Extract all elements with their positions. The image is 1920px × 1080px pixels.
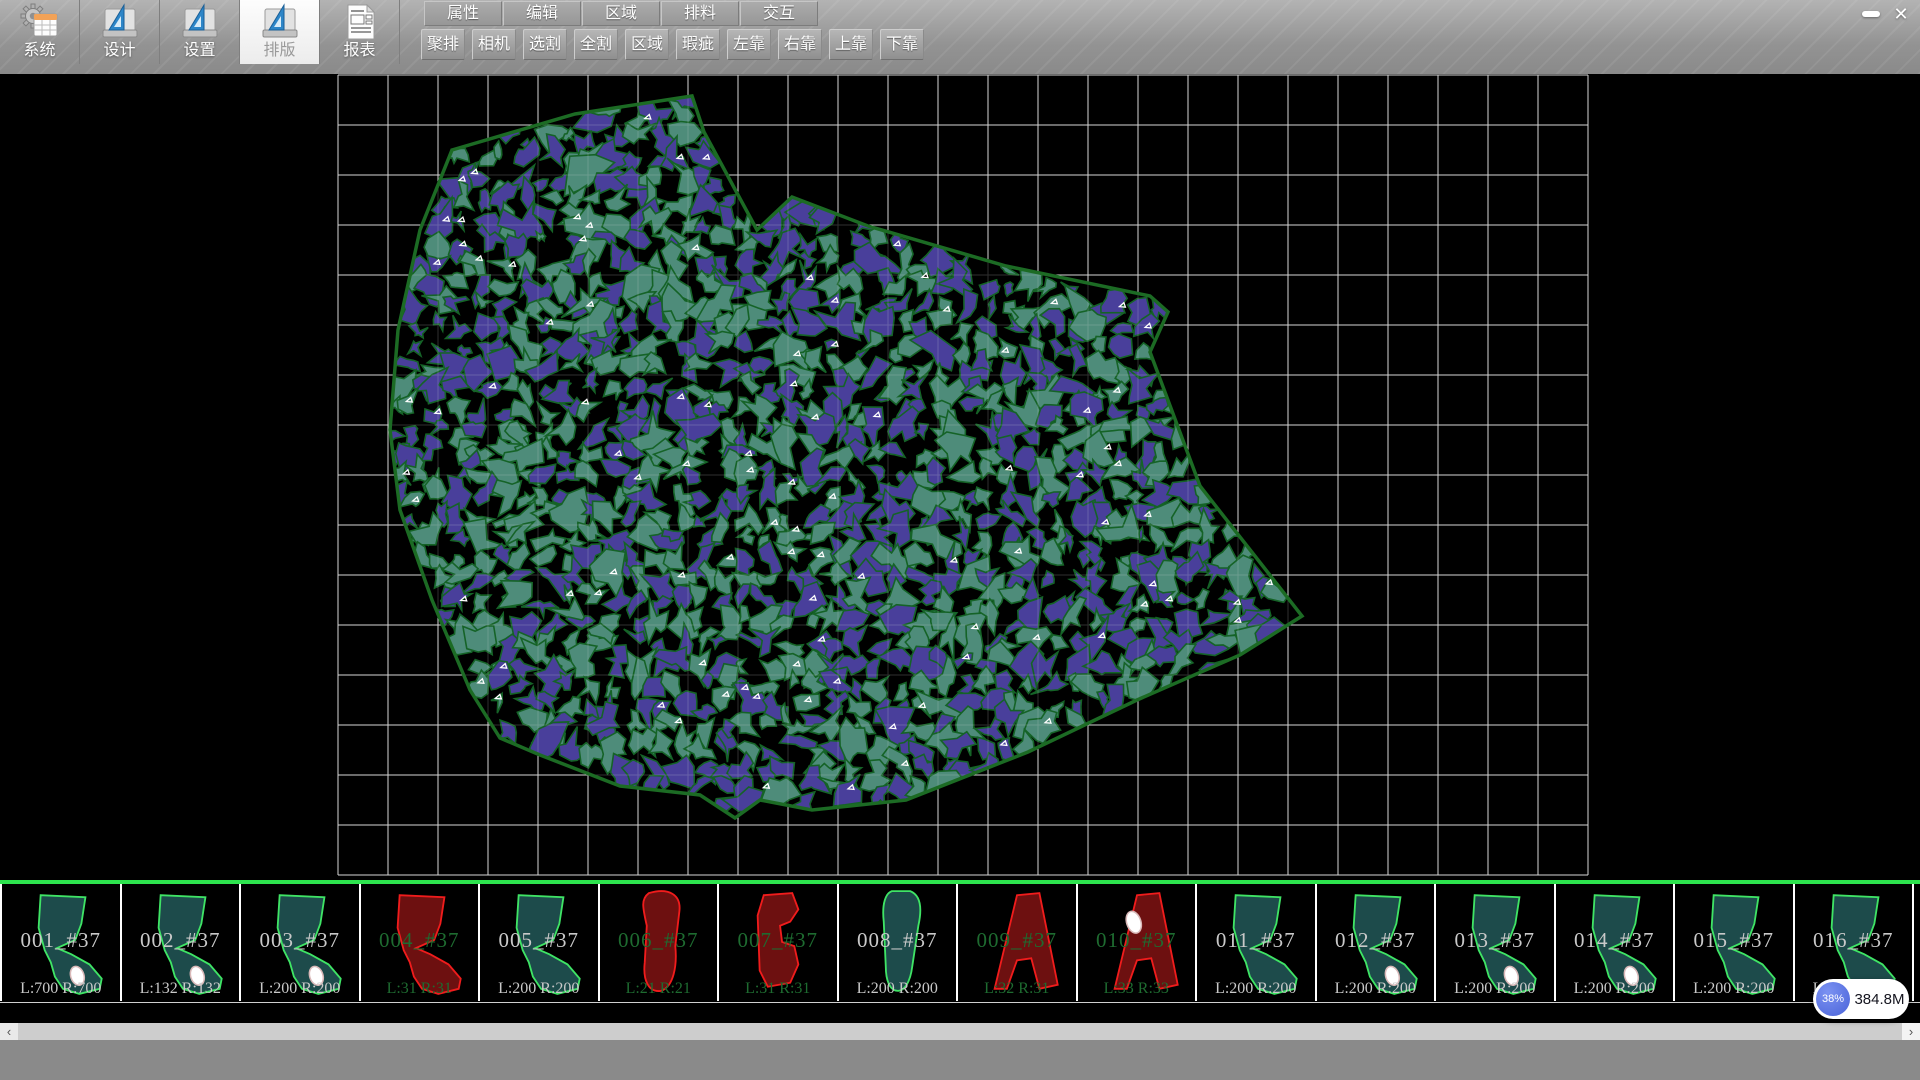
thumbnail-label: 008_#37 [839, 928, 957, 953]
thumbnail-label: 017_#37 [1914, 928, 1920, 953]
thumbnail-cell-005_#37[interactable]: 005_#37 L:200 R:200 [478, 884, 598, 1001]
thumbnail-cell-002_#37[interactable]: 002_#37 L:132 R:132 [120, 884, 240, 1001]
layout-icon [260, 2, 300, 42]
tool-button-左靠-6[interactable]: 左靠 [727, 29, 771, 60]
close-button[interactable]: ✕ [1886, 2, 1916, 26]
thumbnail-label: 009_#37 [958, 928, 1076, 953]
memory-value: 384.8M [1850, 991, 1909, 1008]
tool-button-下靠-9[interactable]: 下靠 [880, 29, 924, 60]
usage-percent-badge: 38% [1816, 982, 1850, 1016]
minimize-icon [1862, 11, 1880, 17]
ribbon-tab-系统[interactable]: 系统 [0, 0, 80, 64]
thumbnail-label: 003_#37 [241, 928, 359, 953]
tool-button-聚排-0[interactable]: 聚排 [421, 29, 465, 60]
main-toolbar: 系统设计设置排版报表 属性编辑区域排料交互 聚排相机选割全割区域瑕疵左靠右靠上靠… [0, 0, 1920, 74]
parts-thumbnail-strip: 001_#37L:700 R:700002_#37L:132 R:132003_… [0, 880, 1920, 1003]
menu-item-交互[interactable]: 交互 [740, 1, 818, 26]
thumbnail-lr-stats: L:200 R:200 [839, 980, 957, 998]
thumbnail-cell-001_#37[interactable]: 001_#37 L:700 R:700 [0, 884, 120, 1001]
ribbon-tab-label: 设计 [103, 42, 135, 60]
thumbnail-lr-stats: L:31 R:31 [719, 980, 837, 998]
thumbnail-cell-011_#37[interactable]: 011_#37 L:200 R:200 [1195, 884, 1315, 1001]
thumbnail-lr-stats: L:200 R:200 [1675, 980, 1793, 998]
thumbnail-cell-014_#37[interactable]: 014_#37 L:200 R:200 [1554, 884, 1674, 1001]
thumbnail-label: 004_#37 [361, 928, 479, 953]
thumbnail-label: 014_#37 [1556, 928, 1674, 953]
thumbnail-label: 002_#37 [122, 928, 240, 953]
tool-button-全割-3[interactable]: 全割 [574, 29, 618, 60]
tool-button-相机-1[interactable]: 相机 [472, 29, 516, 60]
thumbnail-label: 001_#37 [2, 928, 120, 953]
thumbnail-lr-stats: L:132 R:132 [122, 980, 240, 998]
menu-item-属性[interactable]: 属性 [424, 1, 502, 26]
app-window: 系统设计设置排版报表 属性编辑区域排料交互 聚排相机选割全割区域瑕疵左靠右靠上靠… [0, 0, 1920, 1080]
thumbnail-cell-004_#37[interactable]: 004_#37 L:31 R:31 [359, 884, 479, 1001]
thumbnail-lr-stats: L:200 R:200 [480, 980, 598, 998]
thumbnail-lr-stats: L:200 R:200 [1197, 980, 1315, 998]
thumbnail-label: 013_#37 [1436, 928, 1554, 953]
ribbon-tab-label: 系统 [23, 42, 55, 60]
menu-item-区域[interactable]: 区域 [582, 1, 660, 26]
ribbon-tab-label: 排版 [263, 42, 295, 60]
tool-button-上靠-8[interactable]: 上靠 [829, 29, 873, 60]
memory-usage-badge: 38% 384.8M [1813, 979, 1909, 1019]
status-bar [0, 1040, 1920, 1080]
ribbon-tab-label: 设置 [183, 42, 215, 60]
thumbnail-cell-009_#37[interactable]: 009_#37 L:32 R:31 [956, 884, 1076, 1001]
tool-button-选割-2[interactable]: 选割 [523, 29, 567, 60]
minimize-button[interactable] [1856, 2, 1886, 26]
thumbnail-label: 010_#37 [1078, 928, 1196, 953]
thumbnail-label: 011_#37 [1197, 928, 1315, 953]
thumbnail-cell-007_#37[interactable]: 007_#37 L:31 R:31 [717, 884, 837, 1001]
scroll-left-arrow-icon[interactable]: ‹ [0, 1023, 18, 1040]
design-icon [100, 2, 140, 42]
thumbnail-lr-stats: L:200 R:200 [1436, 980, 1554, 998]
thumbnail-lr-stats: L:31 R:31 [361, 980, 479, 998]
thumbnail-label: 007_#37 [719, 928, 837, 953]
thumbnail-lr-stats: L:21 R:21 [600, 980, 718, 998]
thumbnail-label: 015_#37 [1675, 928, 1793, 953]
menu-item-排料[interactable]: 排料 [661, 1, 739, 26]
settings-icon [180, 2, 220, 42]
thumbnail-cell-012_#37[interactable]: 012_#37 L:200 R:200 [1315, 884, 1435, 1001]
ribbon-tab-报表[interactable]: 报表 [320, 0, 400, 64]
thumbnail-label: 006_#37 [600, 928, 718, 953]
thumbnail-lr-stats: L:32 R:31 [958, 980, 1076, 998]
horizontal-scrollbar[interactable]: ‹ › [0, 1023, 1920, 1040]
thumbnail-lr-stats: L:200 R:200 [241, 980, 359, 998]
thumbnail-label: 012_#37 [1317, 928, 1435, 953]
tool-button-区域-4[interactable]: 区域 [625, 29, 669, 60]
thumbnail-lr-stats: L:200 R:200 [1317, 980, 1435, 998]
thumbnail-cell-010_#37[interactable]: 010_#37 L:33 R:33 [1076, 884, 1196, 1001]
close-icon: ✕ [1893, 4, 1908, 25]
system-icon [20, 2, 60, 42]
tool-button-瑕疵-5[interactable]: 瑕疵 [676, 29, 720, 60]
thumbnail-cell-015_#37[interactable]: 015_#37 L:200 R:200 [1673, 884, 1793, 1001]
nesting-canvas[interactable] [0, 74, 1920, 880]
menu-row: 属性编辑区域排料交互 [424, 1, 819, 26]
thumbnail-label: 016_#37 [1795, 928, 1913, 953]
thumbnail-lr-stats: L:200 R:200 [1556, 980, 1674, 998]
thumbnail-cell-006_#37[interactable]: 006_#37 L:21 R:21 [598, 884, 718, 1001]
thumbnail-lr-stats: L:700 R:700 [2, 980, 120, 998]
ribbon-tab-排版[interactable]: 排版 [240, 0, 320, 64]
thumbnail-lr-stats: L:33 R:33 [1078, 980, 1196, 998]
thumbnail-cell-017_#37[interactable]: 017_#37 L:200 R:200 [1912, 884, 1920, 1001]
menu-item-编辑[interactable]: 编辑 [503, 1, 581, 26]
ribbon-tab-设置[interactable]: 设置 [160, 0, 240, 64]
report-icon [340, 2, 380, 42]
window-controls: ✕ [1856, 2, 1916, 26]
tool-button-右靠-7[interactable]: 右靠 [778, 29, 822, 60]
ribbon-tab-label: 报表 [343, 42, 375, 60]
thumbnail-label: 005_#37 [480, 928, 598, 953]
thumbnail-cell-008_#37[interactable]: 008_#37 L:200 R:200 [837, 884, 957, 1001]
thumbnail-cell-003_#37[interactable]: 003_#37 L:200 R:200 [239, 884, 359, 1001]
hide-nesting-view [0, 74, 1920, 880]
tool-row: 聚排相机选割全割区域瑕疵左靠右靠上靠下靠 [421, 29, 931, 60]
ribbon-tabs: 系统 设计 设置 排版 报表 [0, 0, 400, 64]
thumbnail-cell-013_#37[interactable]: 013_#37 L:200 R:200 [1434, 884, 1554, 1001]
thumbnail-lr-stats: L:200 R:200 [1914, 980, 1920, 998]
scroll-right-arrow-icon[interactable]: › [1902, 1023, 1920, 1040]
ribbon-tab-设计[interactable]: 设计 [80, 0, 160, 64]
